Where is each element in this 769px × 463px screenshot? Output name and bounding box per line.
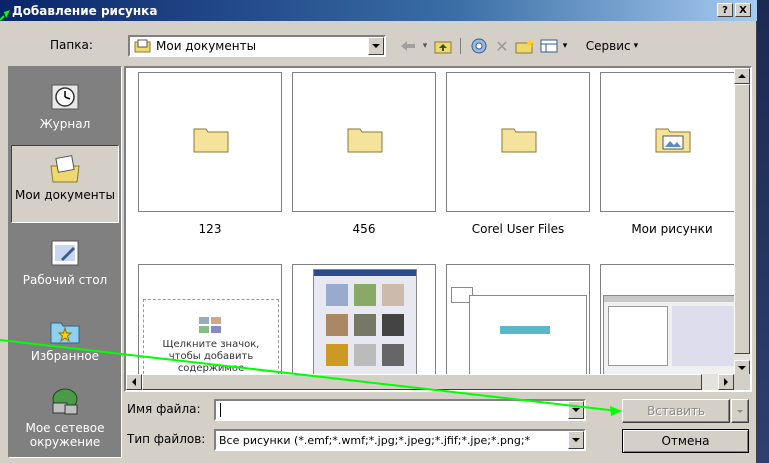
annotation-arrowhead bbox=[4, 10, 10, 18]
annotation-arrow-line bbox=[0, 15, 5, 21]
annotation-arrow-line bbox=[0, 339, 619, 412]
annotation-arrowhead bbox=[610, 406, 622, 416]
annotation-arrows bbox=[0, 10, 622, 416]
